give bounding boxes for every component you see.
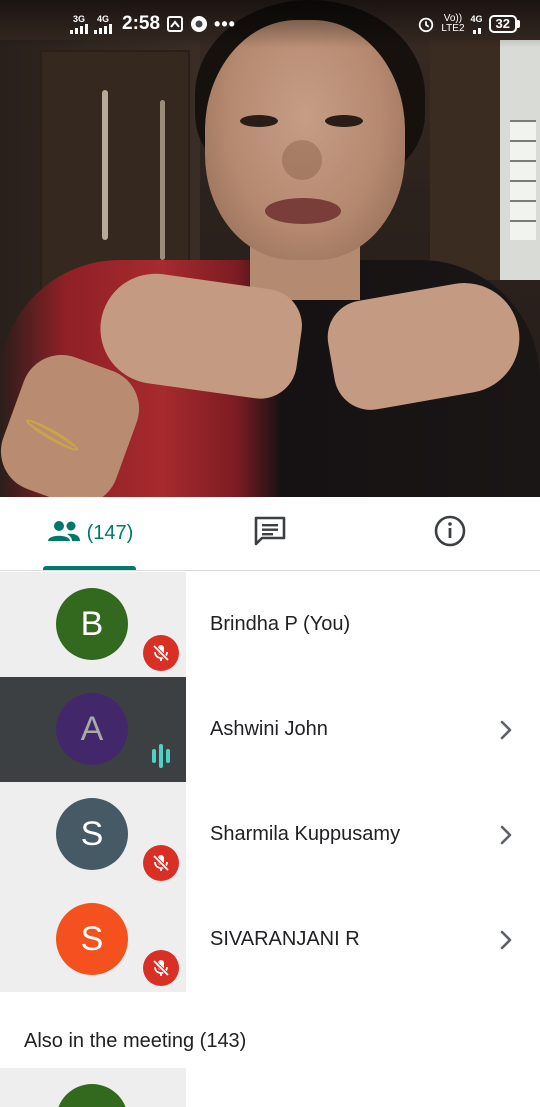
avatar-cell: S — [0, 782, 186, 887]
volte-icon: Vo)) LTE2 — [441, 14, 464, 34]
tab-info[interactable] — [360, 497, 540, 570]
network-label: 4G — [470, 13, 483, 24]
participant-row[interactable]: A Ashwini John — [0, 677, 540, 782]
status-bar-left: 3G 4G 2:58 ••• — [70, 13, 236, 35]
background-window — [510, 120, 536, 240]
network-4g-icon: 4G — [470, 13, 483, 34]
participant-row[interactable]: S Sharmila Kuppusamy — [0, 782, 540, 887]
mic-off-icon — [143, 845, 179, 881]
background-door-handle — [102, 90, 108, 240]
avatar[interactable] — [56, 1084, 128, 1107]
avatar: B — [56, 588, 128, 660]
chevron-right-icon[interactable] — [494, 718, 518, 742]
person-eye — [325, 115, 363, 127]
alarm-icon — [417, 15, 435, 33]
avatar: A — [56, 693, 128, 765]
sim1-label: 3G — [72, 13, 85, 24]
more-dots-icon: ••• — [214, 13, 236, 34]
background-cabinet — [430, 40, 500, 280]
speaking-indicator-icon — [146, 741, 176, 771]
mic-off-icon — [143, 950, 179, 986]
tab-chat[interactable] — [180, 497, 360, 570]
participant-video[interactable] — [0, 0, 540, 497]
chrome-icon — [190, 15, 208, 33]
meet-screen: 3G 4G 2:58 ••• Vo)) LTE2 4G 32 (147) B B… — [0, 0, 540, 1107]
avatar-cell — [0, 1068, 186, 1107]
people-count: (147) — [86, 522, 134, 544]
person-mouth — [265, 198, 341, 224]
mic-off-icon — [143, 635, 179, 671]
volte-line2: LTE2 — [441, 23, 465, 34]
signal-icon: 3G — [70, 13, 88, 34]
sim2-label: 4G — [96, 13, 109, 24]
person-nose — [282, 140, 322, 180]
avatar: S — [56, 798, 128, 870]
chat-icon — [254, 516, 286, 551]
participant-row[interactable]: B Brindha P (You) — [0, 572, 540, 677]
participant-row[interactable]: S SIVARANJANI R — [0, 887, 540, 992]
status-bar-right: Vo)) LTE2 4G 32 — [417, 14, 520, 34]
status-bar: 3G 4G 2:58 ••• Vo)) LTE2 4G 32 — [0, 0, 540, 48]
chevron-right-icon[interactable] — [494, 823, 518, 847]
tab-people[interactable]: (147) — [0, 497, 180, 570]
active-tab-indicator — [43, 566, 136, 570]
info-icon — [434, 515, 466, 552]
chevron-right-icon[interactable] — [494, 928, 518, 952]
participant-name: SIVARANJANI R — [210, 928, 360, 950]
screenshot-icon — [166, 15, 184, 33]
battery-level: 32 — [488, 15, 517, 33]
participant-name: Sharmila Kuppusamy — [210, 823, 401, 845]
background-door-handle — [160, 100, 165, 260]
battery-icon: 32 — [488, 15, 520, 33]
also-in-meeting-heading: Also in the meeting (143) — [24, 1030, 247, 1052]
avatar-cell: B — [0, 572, 186, 677]
avatar: S — [56, 903, 128, 975]
participants-list: B Brindha P (You) A Ashwini John S Sharm… — [0, 572, 540, 992]
person-eye — [240, 115, 278, 127]
avatar-cell: A — [0, 677, 186, 782]
participant-name: Ashwini John — [210, 718, 328, 740]
meeting-tabs: (147) — [0, 497, 540, 571]
avatar-cell: S — [0, 887, 186, 992]
participant-name: Brindha P (You) — [210, 613, 351, 635]
clock: 2:58 — [122, 13, 161, 34]
people-icon — [47, 519, 81, 548]
signal-icon: 4G — [94, 13, 112, 34]
